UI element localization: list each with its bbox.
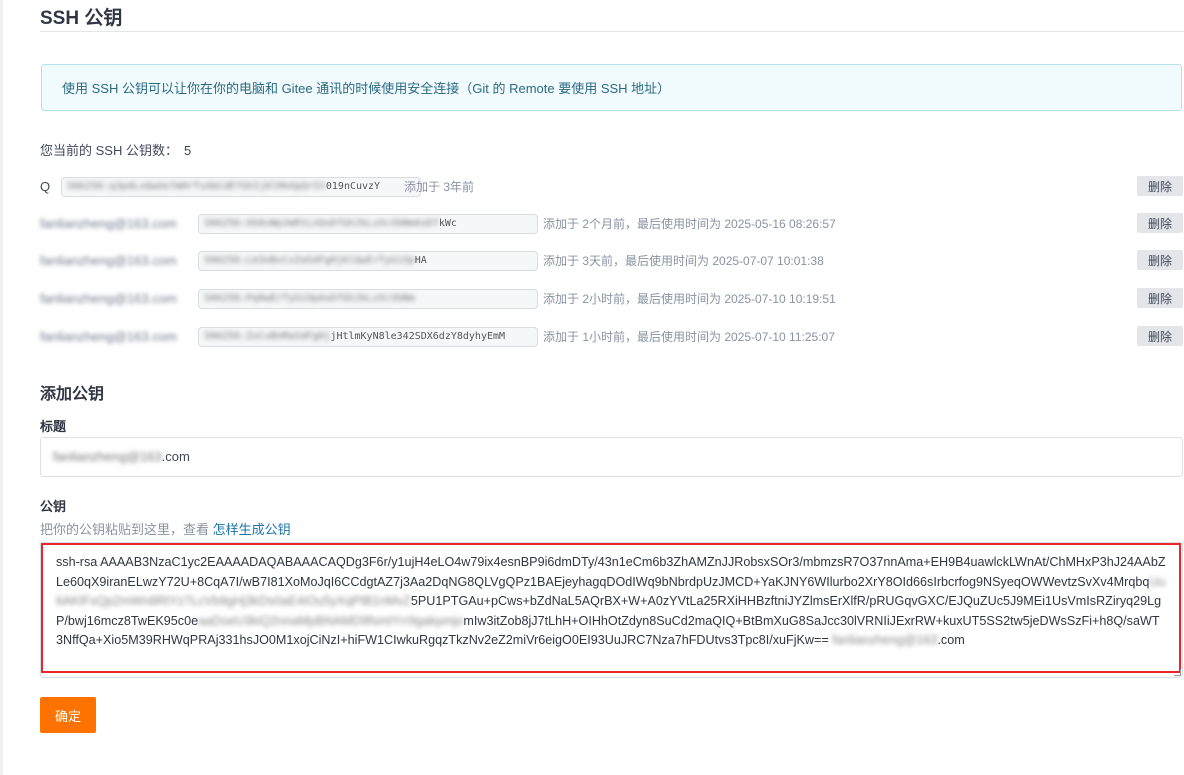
key-meta: 添加于 2个月前，最后使用时间为 2025-05-16 08:26:57 bbox=[543, 217, 836, 231]
page-title: SSH 公钥 bbox=[40, 8, 123, 29]
delete-key-button[interactable]: 删除 bbox=[1137, 288, 1183, 308]
resize-grip-icon[interactable] bbox=[1174, 669, 1181, 676]
ssh-keys-page: SSH 公钥 使用 SSH 公钥可以让你在你的电脑和 Gitee 通讯的时候使用… bbox=[40, 0, 1184, 733]
key-meta: 添加于 2小时前，最后使用时间为 2025-07-10 10:19:51 bbox=[543, 292, 836, 306]
key-title: fanlianzheng@163.com bbox=[40, 253, 177, 268]
confirm-button[interactable]: 确定 bbox=[40, 697, 96, 733]
delete-key-button[interactable]: 删除 bbox=[1137, 250, 1183, 270]
key-title: fanlianzheng@163.com bbox=[40, 216, 177, 231]
key-fingerprint: SHA256:Lm3nBvCxZaSdFgHjKlQwErTyUiOpHA bbox=[198, 251, 538, 271]
key-title: fanlianzheng@163.com bbox=[40, 291, 177, 306]
ssh-key-row: Q SHA256:q3pdLxQwUe7mHrTsAbCdEfGhIjKlMnO… bbox=[40, 176, 1183, 199]
key-count: 您当前的 SSH 公钥数： 5 bbox=[40, 140, 191, 159]
ssh-key-row: fanlianzheng@163.com SHA256:Lm3nBvCxZaSd… bbox=[40, 250, 1183, 273]
left-border bbox=[0, 0, 3, 775]
public-key-textarea[interactable]: ssh-rsa AAAAB3NzaC1yc2EAAAADAQABAAACAQDg… bbox=[40, 542, 1183, 678]
delete-key-button[interactable]: 删除 bbox=[1137, 326, 1183, 346]
ssh-key-row: fanlianzheng@163.com SHA256:ZxCvBnMaSdFg… bbox=[40, 326, 1183, 349]
key-fingerprint: SHA256:ZxCvBnMaSdFgHjjHtlmKyN8le342SDX6d… bbox=[198, 327, 538, 347]
key-title: Q bbox=[40, 179, 51, 194]
key-count-label: 您当前的 SSH 公钥数： bbox=[40, 143, 178, 158]
public-key-content: ssh-rsa AAAAB3NzaC1yc2EAAAADAQABAAACAQDg… bbox=[41, 543, 1181, 673]
add-key-heading: 添加公钥 bbox=[40, 386, 105, 403]
delete-key-button[interactable]: 删除 bbox=[1137, 213, 1183, 233]
ssh-key-row: fanlianzheng@163.com SHA256:Xk8vWp2mRtLn… bbox=[40, 213, 1183, 236]
how-to-generate-key-link[interactable]: 怎样生成公钥 bbox=[213, 522, 291, 537]
key-fingerprint: SHA256:q3pdLxQwUe7mHrTsAbCdEfGhIjKlMnOpQ… bbox=[61, 177, 421, 197]
title-bar: SSH 公钥 bbox=[40, 0, 1184, 32]
title-input[interactable]: fanlianzheng@163.com bbox=[40, 437, 1183, 477]
key-meta: 添加于 3天前，最后使用时间为 2025-07-07 10:01:38 bbox=[543, 254, 824, 268]
key-meta: 添加于 1小时前，最后使用时间为 2025-07-10 11:25:07 bbox=[543, 330, 835, 344]
key-fingerprint: SHA256:Xk8vWp2mRtLnQsDfGhJkLzXcVbNmAsDfk… bbox=[198, 214, 538, 234]
key-count-value: 5 bbox=[183, 143, 192, 158]
delete-key-button[interactable]: 删除 bbox=[1137, 176, 1183, 196]
key-fingerprint: SHA256:Pq9wErTyUiOpAsDfGhJkLzXcVbNm bbox=[198, 289, 538, 309]
key-field-label: 公钥 bbox=[40, 499, 67, 514]
info-alert: 使用 SSH 公钥可以让你在你的电脑和 Gitee 通讯的时候使用安全连接（Gi… bbox=[41, 64, 1182, 111]
ssh-key-row: fanlianzheng@163.com SHA256:Pq9wErTyUiOp… bbox=[40, 288, 1183, 311]
info-text: 使用 SSH 公钥可以让你在你的电脑和 Gitee 通讯的时候使用安全连接（Gi… bbox=[62, 81, 671, 96]
key-field-hint: 把你的公钥粘贴到这里，查看 怎样生成公钥 bbox=[40, 522, 291, 537]
key-meta: 添加于 3年前 bbox=[404, 180, 475, 194]
title-field-label: 标题 bbox=[40, 419, 67, 434]
key-title: fanlianzheng@163.com bbox=[40, 329, 177, 344]
